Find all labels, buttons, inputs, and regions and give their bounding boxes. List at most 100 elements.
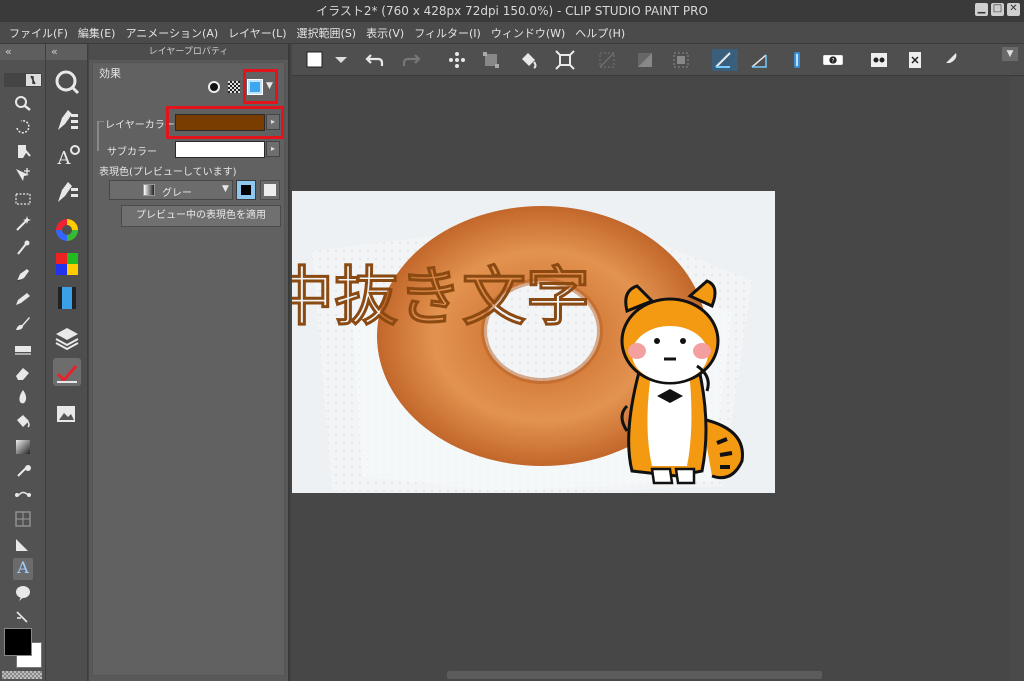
deselect-icon[interactable] (596, 49, 618, 71)
expression-color-label: 表現色(プレビューしています) (99, 167, 237, 178)
scale-icon[interactable] (554, 49, 576, 71)
tool-property-icon[interactable] (53, 178, 81, 206)
transparent-color-swatch[interactable] (2, 671, 42, 679)
sub-color-swatch[interactable] (175, 141, 265, 158)
transform-icon[interactable] (480, 49, 502, 71)
menu-animation[interactable]: アニメーション(A) (120, 25, 223, 41)
eyedropper-icon[interactable] (13, 238, 33, 256)
companion-icon[interactable] (868, 49, 890, 71)
snap-grid-icon[interactable] (786, 49, 808, 71)
menu-selection[interactable]: 選択範囲(S) (292, 25, 362, 41)
sub-tool-column: « A (46, 44, 88, 681)
grid-frame-icon[interactable] (13, 510, 33, 528)
export-icon[interactable] (904, 49, 926, 71)
menu-layer[interactable]: レイヤー(L) (223, 25, 291, 41)
tone-effect-icon[interactable] (228, 81, 240, 93)
clip-studio-window: イラスト2* (760 x 428px 72dpi 150.0%) - CLIP… (0, 0, 1024, 681)
operation-icon[interactable] (13, 166, 33, 184)
horizontal-scrollbar-thumb[interactable] (447, 671, 822, 679)
highlight-layer-color-box (166, 106, 284, 139)
color-set-icon[interactable] (53, 250, 81, 278)
border-effect-icon[interactable] (208, 81, 220, 93)
chevron-down-icon: ▼ (222, 184, 229, 194)
frame-icon[interactable] (13, 486, 33, 504)
menu-edit[interactable]: 編集(E) (73, 25, 121, 41)
canvas[interactable]: 中抜き文字 (292, 191, 775, 493)
new-dropdown-icon[interactable] (330, 49, 352, 71)
expression-color-select[interactable]: グレー ▼ (109, 180, 233, 200)
menu-filter[interactable]: フィルター(I) (409, 25, 486, 41)
pencil-icon[interactable] (13, 290, 33, 308)
clear-icon[interactable] (446, 49, 468, 71)
svg-text:?: ? (831, 57, 834, 64)
minimize-button[interactable]: ▁ (975, 3, 988, 16)
hand-move-icon[interactable] (13, 142, 33, 160)
menu-help[interactable]: ヘルプ(H) (570, 25, 630, 41)
main-color-swatch-front (4, 628, 32, 656)
layer-property-icon[interactable] (53, 358, 81, 386)
pen-icon[interactable] (13, 266, 33, 284)
canvas-illustration: 中抜き文字 (292, 191, 775, 493)
navigator-icon[interactable] (53, 68, 81, 96)
outlined-text: 中抜き文字 (292, 261, 590, 335)
window-title: イラスト2* (760 x 428px 72dpi 150.0%) - CLIP… (316, 4, 708, 18)
magic-wand-icon[interactable] (13, 214, 33, 232)
sub-tool-pen-icon[interactable] (53, 106, 81, 134)
sub-tool-column-collapse[interactable]: « (46, 44, 87, 60)
snap-special-ruler-icon[interactable] (748, 49, 770, 71)
expression-color-value: グレー (162, 188, 192, 199)
sub-tool-text-icon[interactable]: A (53, 142, 81, 170)
brush-icon[interactable] (13, 314, 33, 332)
vertical-scrollbar[interactable] (1010, 77, 1024, 681)
help-icon[interactable]: ? (822, 49, 858, 71)
decoration-icon[interactable] (13, 340, 33, 358)
layer-property-panel: レイヤープロパティ 効果 ▼ レイヤーカラー ▸ サブカラー ▸ 表現色(プレビ… (89, 44, 290, 681)
timeline-icon[interactable] (53, 284, 81, 312)
sub-color-more-button[interactable]: ▸ (266, 141, 280, 157)
balloon-icon[interactable] (13, 584, 33, 602)
rotate-icon[interactable] (13, 118, 33, 136)
text-icon[interactable]: A (13, 558, 33, 580)
title-bar: イラスト2* (760 x 428px 72dpi 150.0%) - CLIP… (0, 0, 1024, 22)
svg-text:A: A (57, 148, 72, 169)
fill-icon[interactable] (13, 412, 33, 430)
material-icon[interactable] (53, 400, 81, 428)
menu-file[interactable]: ファイル(F) (4, 25, 73, 41)
snap-ruler-icon[interactable] (712, 49, 738, 71)
white-color-button[interactable] (260, 180, 280, 200)
layer-property-body: 効果 ▼ レイヤーカラー ▸ サブカラー ▸ 表現色(プレビューしています) グ… (92, 62, 285, 676)
gray-gradient-icon (143, 184, 155, 196)
blend-icon[interactable] (13, 388, 33, 406)
color-wheel-icon[interactable] (53, 216, 81, 244)
sub-color-label: サブカラー (107, 147, 157, 158)
menu-window[interactable]: ウィンドウ(W) (486, 25, 570, 41)
black-color-button[interactable] (236, 180, 256, 200)
invert-selection-icon[interactable] (634, 49, 656, 71)
close-button[interactable]: ✕ (1007, 3, 1020, 16)
layer-icon[interactable] (53, 324, 81, 352)
expand-selection-icon[interactable] (670, 49, 692, 71)
redo-icon[interactable] (400, 49, 422, 71)
undo-icon[interactable] (364, 49, 386, 71)
ruler-icon[interactable] (13, 536, 33, 554)
quill-icon[interactable] (938, 49, 960, 71)
tool-palette-collapse[interactable]: « (0, 44, 45, 60)
select-rect-icon[interactable] (13, 190, 33, 208)
panel-title: レイヤープロパティ (148, 47, 229, 57)
correct-line-icon[interactable] (13, 608, 33, 626)
svg-text:A: A (16, 558, 29, 576)
eraser-icon[interactable] (13, 364, 33, 382)
fill-command-icon[interactable] (518, 49, 540, 71)
command-bar-menu-icon[interactable]: ▼ (1002, 47, 1018, 61)
maximize-button[interactable]: □ (991, 3, 1004, 16)
apply-expression-color-button[interactable]: プレビュー中の表現色を適用 (121, 205, 281, 227)
tool-palette: « A (0, 44, 46, 681)
new-canvas-icon[interactable] (304, 49, 326, 71)
highlight-effect-box (243, 69, 278, 104)
zoom-icon[interactable] (13, 94, 33, 112)
effect-label: 効果 (99, 67, 121, 80)
gradient-icon[interactable] (13, 438, 33, 456)
figure-icon[interactable] (13, 462, 33, 480)
canvas-area[interactable]: 中抜き文字 (292, 77, 1024, 681)
menu-view[interactable]: 表示(V) (361, 25, 409, 41)
